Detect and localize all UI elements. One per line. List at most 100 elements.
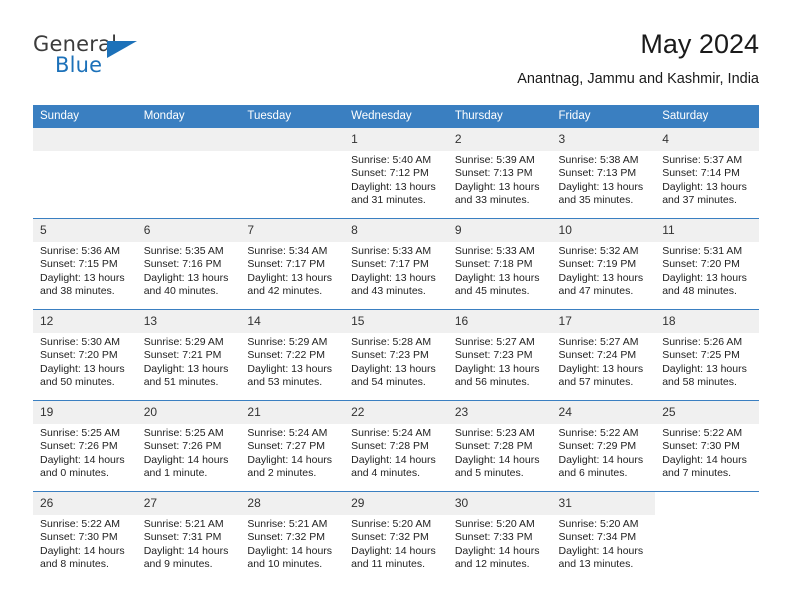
day-cell-inner bbox=[33, 128, 137, 218]
calendar-day-cell[interactable]: 7 Sunrise: 5:34 AM Sunset: 7:17 PM Daylight… bbox=[240, 218, 345, 310]
daylight-text-line1: Daylight: 13 hours bbox=[558, 362, 644, 375]
calendar-day-cell[interactable]: 14 Sunrise: 5:29 AM Sunset: 7:22 PM Dayligh… bbox=[240, 309, 345, 401]
calendar-day-cell[interactable]: 13 Sunrise: 5:29 AM Sunset: 7:21 PM Dayligh… bbox=[136, 309, 241, 401]
day-number: 8 bbox=[344, 219, 448, 242]
calendar-day-cell[interactable]: 2 Sunrise: 5:39 AM Sunset: 7:13 PM Daylight… bbox=[447, 128, 552, 219]
daylight-text-line1: Daylight: 14 hours bbox=[40, 453, 125, 466]
sunrise-text: Sunrise: 5:20 AM bbox=[558, 518, 639, 530]
sunset-text: Sunset: 7:26 PM bbox=[40, 440, 118, 453]
calendar-day-cell[interactable]: 19 Sunrise: 5:25 AM Sunset: 7:26 PM Dayligh… bbox=[33, 400, 137, 492]
sunrise-text: Sunrise: 5:20 AM bbox=[454, 518, 535, 530]
day-number: 19 bbox=[33, 401, 137, 424]
day-details: Sunrise: 5:29 AM Sunset: 7:21 PM Daylight:… bbox=[137, 333, 241, 390]
calendar-day-cell[interactable]: 9 Sunrise: 5:33 AM Sunset: 7:18 PM Daylight… bbox=[447, 218, 552, 310]
sunrise-text: Sunrise: 5:31 AM bbox=[662, 245, 743, 257]
daylight-text-line1: Daylight: 13 hours bbox=[40, 271, 125, 284]
daylight-text-line2: and 40 minutes. bbox=[143, 285, 219, 298]
daylight-text-line1: Daylight: 14 hours bbox=[662, 453, 747, 466]
calendar-day-cell[interactable]: 28 Sunrise: 5:21 AM Sunset: 7:32 PM Dayligh… bbox=[240, 491, 345, 582]
daylight-text-line2: and 4 minutes. bbox=[351, 467, 420, 480]
calendar-day-cell[interactable]: 27 Sunrise: 5:21 AM Sunset: 7:31 PM Dayligh… bbox=[136, 491, 241, 582]
sunrise-text: Sunrise: 5:29 AM bbox=[247, 336, 328, 348]
title-block: May 2024 Anantnag, Jammu and Kashmir, In… bbox=[517, 28, 759, 89]
page-title: May 2024 bbox=[640, 29, 759, 59]
day-number: 6 bbox=[136, 219, 241, 242]
day-number: 16 bbox=[447, 310, 552, 333]
daylight-text-line1: Daylight: 13 hours bbox=[558, 180, 644, 193]
calendar-day-cell[interactable]: 30 Sunrise: 5:20 AM Sunset: 7:33 PM Dayligh… bbox=[447, 491, 552, 582]
calendar-day-cell[interactable]: 22 Sunrise: 5:24 AM Sunset: 7:28 PM Dayligh… bbox=[344, 400, 448, 492]
day-number: 26 bbox=[33, 492, 137, 515]
sunset-text: Sunset: 7:30 PM bbox=[662, 440, 740, 453]
sunset-text: Sunset: 7:12 PM bbox=[351, 167, 429, 180]
daylight-text-line2: and 11 minutes. bbox=[351, 558, 426, 571]
weekday-header-tuesday: Tuesday bbox=[240, 105, 345, 128]
day-number: 11 bbox=[655, 219, 759, 242]
day-details: Sunrise: 5:21 AM Sunset: 7:31 PM Daylight:… bbox=[137, 515, 241, 572]
day-cell-inner bbox=[655, 492, 759, 582]
daylight-text-line1: Daylight: 13 hours bbox=[351, 362, 436, 375]
calendar-day-cell[interactable]: 21 Sunrise: 5:24 AM Sunset: 7:27 PM Dayligh… bbox=[240, 400, 345, 492]
sunset-text: Sunset: 7:32 PM bbox=[351, 531, 429, 544]
calendar-day-cell[interactable]: 18 Sunrise: 5:26 AM Sunset: 7:25 PM Dayligh… bbox=[655, 309, 759, 401]
calendar-day-cell[interactable]: 10 Sunrise: 5:32 AM Sunset: 7:19 PM Dayligh… bbox=[551, 218, 656, 310]
sunrise-text: Sunrise: 5:27 AM bbox=[454, 336, 535, 348]
calendar-grid: Sunday Monday Tuesday Wednesday Thursday Frid… bbox=[33, 105, 759, 582]
calendar-day-cell[interactable]: 6 Sunrise: 5:35 AM Sunset: 7:16 PM Daylight… bbox=[136, 218, 241, 310]
daylight-text-line1: Daylight: 13 hours bbox=[247, 362, 333, 375]
calendar-day-cell[interactable]: 17 Sunrise: 5:27 AM Sunset: 7:24 PM Dayligh… bbox=[551, 309, 656, 401]
day-details: Sunrise: 5:32 AM Sunset: 7:19 PM Daylight:… bbox=[552, 242, 656, 299]
day-details: Sunrise: 5:35 AM Sunset: 7:16 PM Daylight:… bbox=[137, 242, 241, 299]
logo-word-blue: Blue bbox=[55, 53, 103, 77]
calendar-day-cell[interactable]: 4 Sunrise: 5:37 AM Sunset: 7:14 PM Daylight… bbox=[655, 128, 759, 219]
day-details: Sunrise: 5:22 AM Sunset: 7:30 PM Daylight:… bbox=[655, 424, 759, 481]
weekday-header-thursday: Thursday bbox=[447, 105, 552, 128]
daylight-text-line1: Daylight: 13 hours bbox=[143, 362, 229, 375]
daylight-text-line2: and 54 minutes. bbox=[351, 376, 426, 389]
day-details: Sunrise: 5:38 AM Sunset: 7:13 PM Daylight:… bbox=[552, 151, 656, 208]
sunrise-text: Sunrise: 5:33 AM bbox=[351, 245, 432, 257]
calendar-day-cell[interactable]: 20 Sunrise: 5:25 AM Sunset: 7:26 PM Dayligh… bbox=[136, 400, 241, 492]
calendar-day-cell[interactable]: 24 Sunrise: 5:22 AM Sunset: 7:29 PM Dayligh… bbox=[551, 400, 656, 492]
calendar-week-row: 1 Sunrise: 5:40 AM Sunset: 7:12 PM Daylight… bbox=[33, 128, 759, 219]
day-details: Sunrise: 5:33 AM Sunset: 7:17 PM Daylight:… bbox=[344, 242, 448, 299]
calendar-week-row: 19 Sunrise: 5:25 AM Sunset: 7:26 PM Dayligh… bbox=[33, 400, 759, 492]
calendar-day-cell[interactable]: 25 Sunrise: 5:22 AM Sunset: 7:30 PM Dayligh… bbox=[655, 400, 759, 492]
sunrise-text: Sunrise: 5:22 AM bbox=[662, 427, 743, 439]
day-details: Sunrise: 5:39 AM Sunset: 7:13 PM Daylight:… bbox=[448, 151, 552, 208]
calendar-day-cell[interactable]: 3 Sunrise: 5:38 AM Sunset: 7:13 PM Daylight… bbox=[551, 128, 656, 219]
calendar-day-cell[interactable]: 26 Sunrise: 5:22 AM Sunset: 7:30 PM Dayligh… bbox=[33, 491, 137, 582]
sunrise-text: Sunrise: 5:21 AM bbox=[143, 518, 224, 530]
calendar-day-cell[interactable]: 12 Sunrise: 5:30 AM Sunset: 7:20 PM Dayligh… bbox=[33, 309, 137, 401]
sunset-text: Sunset: 7:17 PM bbox=[247, 258, 326, 271]
sunset-text: Sunset: 7:23 PM bbox=[351, 349, 429, 362]
calendar-day-cell[interactable]: 29 Sunrise: 5:20 AM Sunset: 7:32 PM Dayligh… bbox=[344, 491, 448, 582]
day-cell-inner: 27 Sunrise: 5:21 AM Sunset: 7:31 PM Dayligh… bbox=[136, 492, 241, 582]
daylight-text-line2: and 51 minutes. bbox=[143, 376, 219, 389]
calendar-day-cell[interactable]: 1 Sunrise: 5:40 AM Sunset: 7:12 PM Daylight… bbox=[344, 128, 448, 219]
daylight-text-line1: Daylight: 13 hours bbox=[143, 271, 229, 284]
day-cell-inner: 29 Sunrise: 5:20 AM Sunset: 7:32 PM Dayligh… bbox=[344, 492, 448, 582]
daylight-text-line2: and 12 minutes. bbox=[454, 558, 530, 571]
weekday-header-sunday: Sunday bbox=[33, 105, 137, 128]
sunset-text: Sunset: 7:29 PM bbox=[558, 440, 637, 453]
calendar-day-cell[interactable]: 16 Sunrise: 5:27 AM Sunset: 7:23 PM Dayligh… bbox=[447, 309, 552, 401]
calendar-day-cell[interactable]: 11 Sunrise: 5:31 AM Sunset: 7:20 PM Dayligh… bbox=[655, 218, 759, 310]
day-cell-inner: 31 Sunrise: 5:20 AM Sunset: 7:34 PM Dayligh… bbox=[551, 492, 656, 582]
day-details: Sunrise: 5:20 AM Sunset: 7:33 PM Daylight:… bbox=[448, 515, 552, 572]
day-details: Sunrise: 5:25 AM Sunset: 7:26 PM Daylight:… bbox=[33, 424, 137, 481]
day-number: 20 bbox=[136, 401, 241, 424]
sunset-text: Sunset: 7:27 PM bbox=[247, 440, 326, 453]
calendar-day-cell[interactable]: 5 Sunrise: 5:36 AM Sunset: 7:15 PM Daylight… bbox=[33, 218, 137, 310]
general-blue-logo[interactable]: General Blue bbox=[33, 32, 153, 84]
sunrise-text: Sunrise: 5:28 AM bbox=[351, 336, 432, 348]
day-number bbox=[655, 492, 759, 515]
calendar-day-cell[interactable]: 15 Sunrise: 5:28 AM Sunset: 7:23 PM Dayligh… bbox=[344, 309, 448, 401]
calendar-day-cell[interactable]: 31 Sunrise: 5:20 AM Sunset: 7:34 PM Dayligh… bbox=[551, 491, 656, 582]
sunset-text: Sunset: 7:18 PM bbox=[454, 258, 533, 271]
day-number: 7 bbox=[240, 219, 345, 242]
day-cell-inner: 21 Sunrise: 5:24 AM Sunset: 7:27 PM Dayligh… bbox=[240, 401, 345, 491]
calendar-day-cell[interactable]: 8 Sunrise: 5:33 AM Sunset: 7:17 PM Daylight… bbox=[344, 218, 448, 310]
calendar-day-cell[interactable]: 23 Sunrise: 5:23 AM Sunset: 7:28 PM Dayligh… bbox=[447, 400, 552, 492]
sunset-text: Sunset: 7:19 PM bbox=[558, 258, 637, 271]
